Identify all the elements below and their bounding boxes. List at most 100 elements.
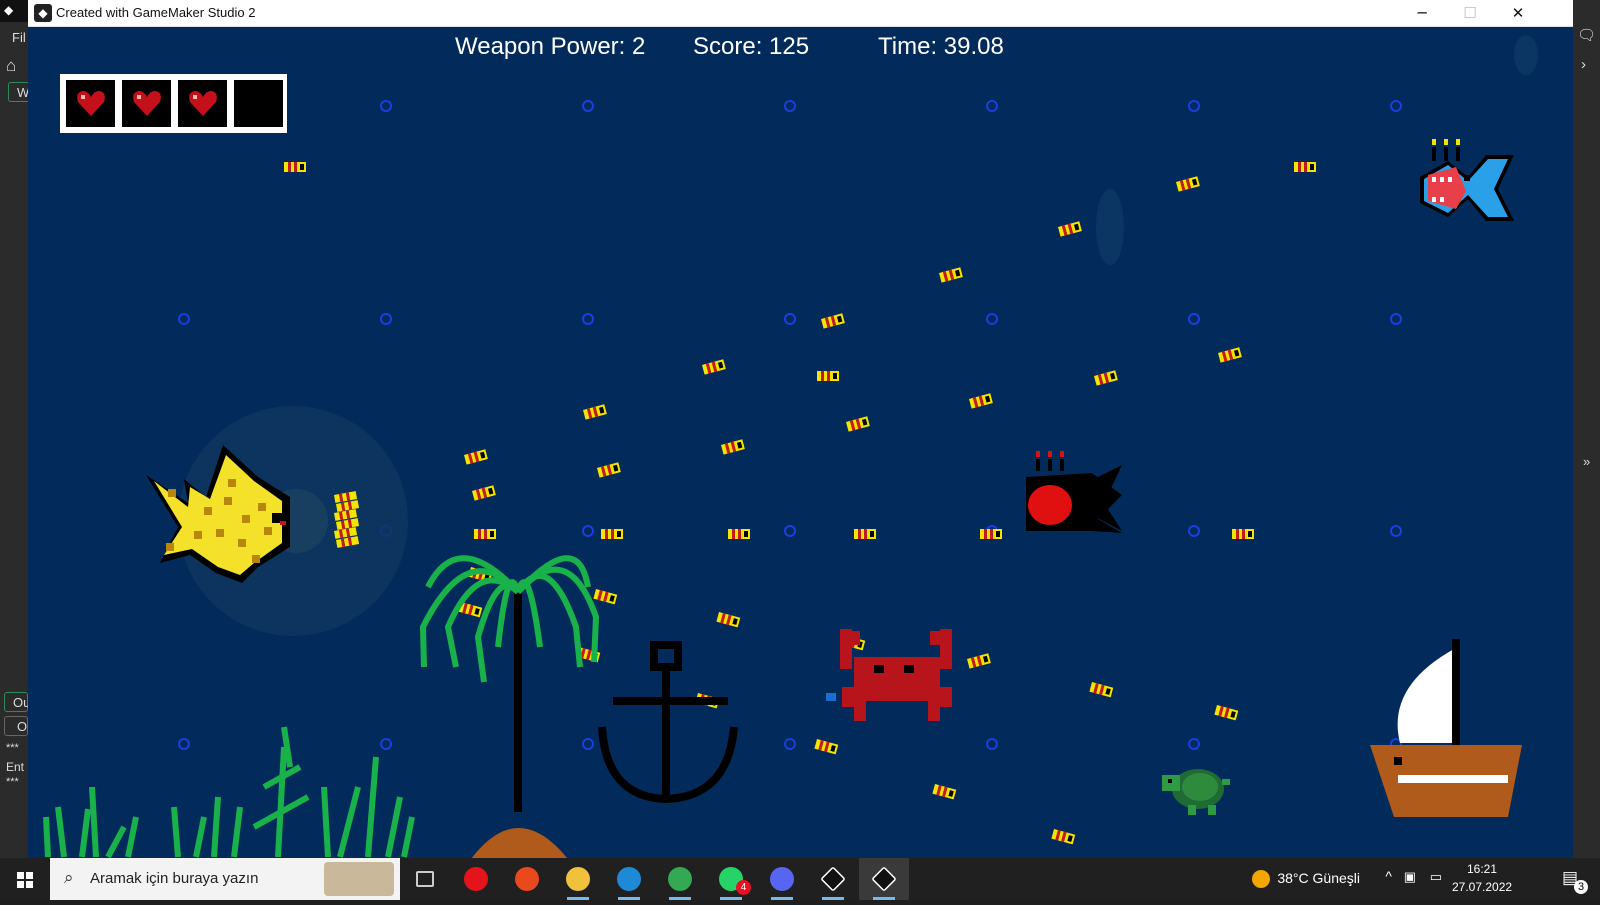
bullet (1176, 176, 1200, 192)
minimize-button[interactable]: ─ (1398, 0, 1446, 27)
battery-icon[interactable]: ▭ (1430, 869, 1442, 885)
grid-ring (1390, 525, 1402, 537)
ide-chat-icon[interactable]: 🗨 (1577, 26, 1596, 44)
heart-icon (133, 91, 161, 116)
taskbar-discord[interactable] (757, 858, 807, 900)
start-button[interactable] (0, 858, 50, 900)
grid-ring (986, 313, 998, 325)
ide-left-panel: ◆ Fil ⌂ W Ou O *** Ent *** (0, 0, 32, 858)
grid-ring (784, 100, 796, 112)
bullet (932, 784, 957, 800)
health-bar (60, 74, 287, 133)
meet-icon[interactable]: ▣ (1404, 869, 1416, 885)
window-title: Created with GameMaker Studio 2 (56, 5, 256, 20)
ide-expand-icon[interactable]: » (1583, 454, 1590, 469)
island-mound (471, 828, 568, 858)
bullet (854, 529, 876, 539)
taskbar-whatsapp[interactable]: 4 (706, 858, 756, 900)
bullet (1089, 682, 1114, 698)
grid-ring (380, 313, 392, 325)
hud: Weapon Power: 2 Score: 125 Time: 39.08 (28, 33, 1573, 67)
ide-log-line: Ent (6, 760, 25, 774)
whatsapp-badge: 4 (736, 880, 751, 895)
taskbar-file-explorer[interactable] (553, 858, 603, 900)
taskbar-search[interactable]: ⌕ Aramak için buraya yazın (50, 858, 400, 900)
game-canvas[interactable]: Weapon Power: 2 Score: 125 Time: 39.08 (28, 27, 1573, 858)
grid-ring (1188, 100, 1200, 112)
player-mouth (280, 521, 286, 525)
ide-chevron-right-icon[interactable]: › (1581, 56, 1586, 73)
taskbar-gamemaker[interactable] (808, 858, 858, 900)
bullet (284, 162, 306, 172)
bullet (474, 529, 496, 539)
close-button[interactable]: ✕ (1494, 0, 1542, 27)
bullet (593, 589, 618, 605)
ide-app-icon: ◆ (0, 0, 28, 22)
ide-log-line: *** (6, 776, 19, 788)
bullet (728, 529, 750, 539)
ide-home-icon[interactable]: ⌂ (6, 56, 16, 76)
taskbar-edge[interactable] (604, 858, 654, 900)
grid-ring (582, 100, 594, 112)
maximize-button[interactable]: ☐ (1446, 0, 1494, 27)
ide-panel-output[interactable]: Ou (4, 692, 30, 712)
enemy-blue-piranha (1420, 139, 1514, 221)
grid-ring (380, 738, 392, 750)
taskbar-opera[interactable] (451, 858, 501, 900)
chevron-up-icon[interactable]: ^ (1385, 868, 1392, 884)
heart-full (66, 80, 115, 127)
bullet (716, 612, 741, 628)
gamemaker-icon (820, 866, 846, 892)
taskbar-chrome[interactable] (655, 858, 705, 900)
grid-ring (784, 738, 796, 750)
turtle (1162, 769, 1230, 815)
bullet (846, 416, 870, 432)
bullet (1214, 705, 1239, 721)
grid-markers (178, 100, 1402, 750)
grid-ring (582, 313, 594, 325)
gamemaker-icon: ◆ (34, 4, 52, 22)
taskbar-office[interactable] (502, 858, 552, 900)
grid-ring (582, 738, 594, 750)
window-titlebar[interactable]: ◆ Created with GameMaker Studio 2 ─ ☐ ✕ (28, 0, 1573, 27)
grid-ring (582, 525, 594, 537)
taskbar-task-view[interactable] (400, 858, 450, 900)
bullet (601, 529, 623, 539)
grid-ring (784, 313, 796, 325)
ide-panel-o[interactable]: O (4, 716, 28, 736)
enemy-black-fish (1026, 451, 1122, 533)
taskbar-gamemaker-runner[interactable] (859, 858, 909, 900)
bullet (1294, 162, 1316, 172)
grid-ring (178, 738, 190, 750)
bullet (967, 653, 991, 669)
search-highlight-image (324, 862, 394, 896)
bullet (821, 313, 845, 329)
bullet (472, 485, 496, 501)
bullet (969, 393, 993, 409)
ide-right-panel: 🗨 › » (1573, 0, 1600, 858)
gamemaker-runner-icon (871, 866, 897, 892)
windows-icon (17, 872, 33, 888)
weather-text[interactable]: 38°C Güneşli (1277, 870, 1360, 886)
bullet (702, 359, 726, 375)
grid-ring (1390, 313, 1402, 325)
heart-empty (234, 80, 283, 127)
grid-ring (1188, 738, 1200, 750)
clock-date[interactable]: 27.07.2022 (1452, 880, 1512, 894)
bullet (1218, 347, 1242, 363)
office-icon (515, 867, 539, 891)
clock-time[interactable]: 16:21 (1452, 862, 1512, 876)
task-view-icon (416, 871, 434, 887)
taskbar: ⌕ Aramak için buraya yazın 4 38°C Güneşl… (0, 858, 1600, 900)
bullet (1232, 529, 1254, 539)
grid-ring (986, 100, 998, 112)
heart-icon (189, 91, 217, 116)
bullet (464, 449, 488, 465)
grid-ring (986, 738, 998, 750)
seaweed (43, 726, 415, 858)
weapon-power-label: Weapon Power: 2 (455, 33, 646, 60)
bullet (1058, 221, 1082, 237)
ide-menu-file[interactable]: Fil (12, 30, 28, 45)
heart-icon (77, 91, 105, 116)
heart-full (122, 80, 171, 127)
